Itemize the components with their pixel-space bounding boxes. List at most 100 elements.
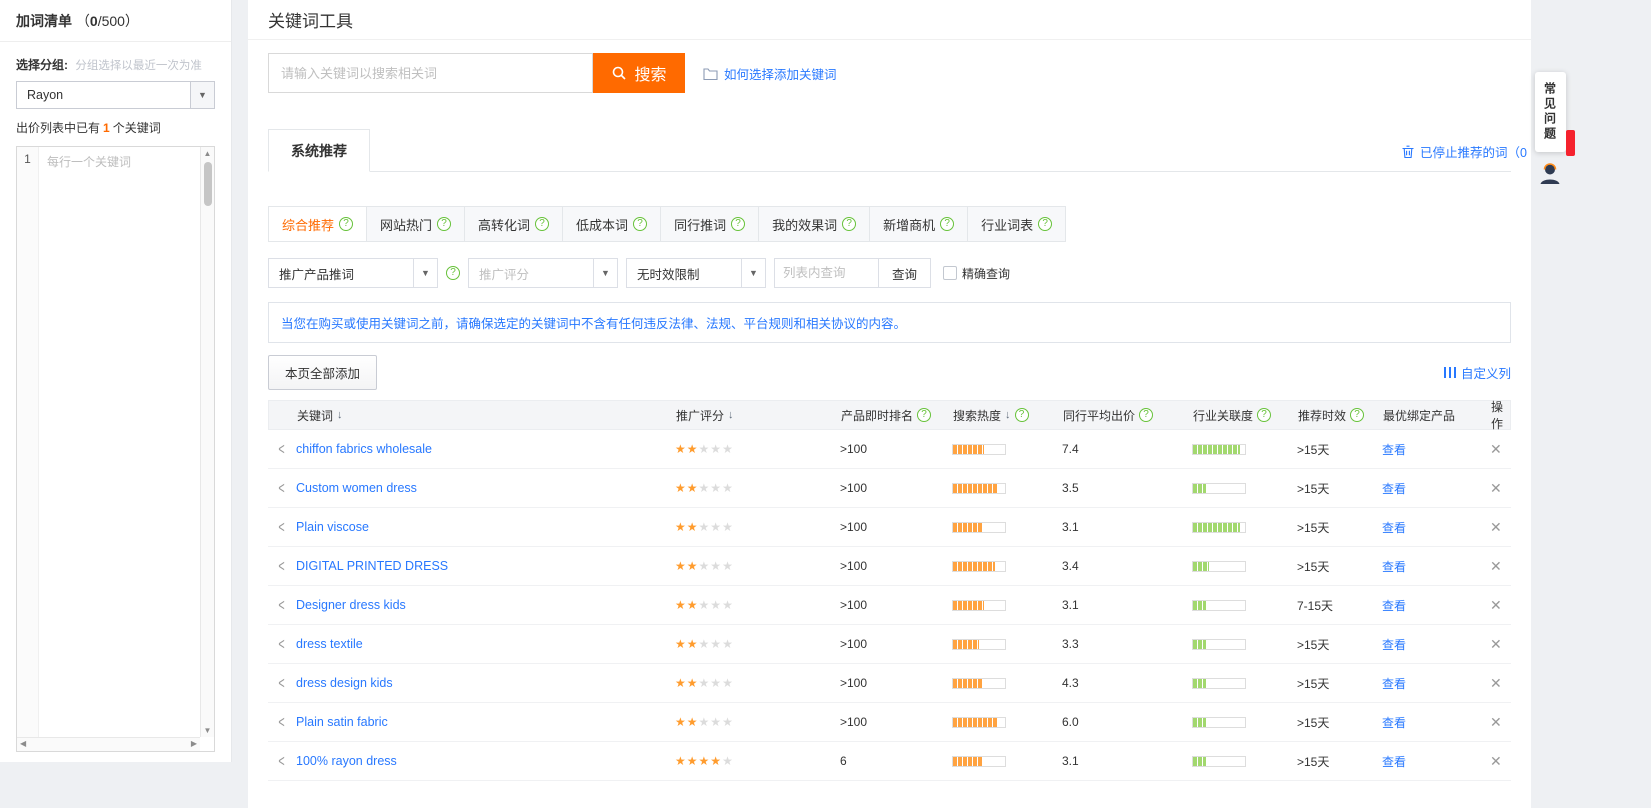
keyword-link[interactable]: 100% rayon dress <box>296 754 397 768</box>
help-icon[interactable]: ? <box>535 217 549 231</box>
star-icon: ★ <box>722 637 733 651</box>
customize-columns-link[interactable]: 自定义列 <box>1444 363 1511 382</box>
search-input[interactable] <box>268 53 593 93</box>
help-icon[interactable]: ? <box>633 217 647 231</box>
view-link[interactable]: 查看 <box>1382 597 1406 614</box>
heat-bar <box>952 639 1006 650</box>
scroll-left-icon[interactable]: ◀ <box>20 739 26 748</box>
tab-system-recommend[interactable]: 系统推荐 <box>268 129 370 172</box>
relevance-bar <box>1192 639 1246 650</box>
help-icon[interactable]: ? <box>842 217 856 231</box>
sort-icon[interactable]: ↓ <box>1005 409 1011 421</box>
sort-icon[interactable]: ↓ <box>728 409 734 421</box>
expand-chevron-icon[interactable]: < <box>278 754 284 768</box>
remove-icon[interactable]: ✕ <box>1490 480 1502 497</box>
list-query-input[interactable] <box>774 258 879 288</box>
remove-icon[interactable]: ✕ <box>1490 714 1502 731</box>
help-icon[interactable]: ? <box>731 217 745 231</box>
expand-chevron-icon[interactable]: < <box>278 637 284 651</box>
exact-query-option[interactable]: 精确查询 <box>943 265 1010 282</box>
expand-chevron-icon[interactable]: < <box>278 676 284 690</box>
keyword-link[interactable]: Plain viscose <box>296 520 369 534</box>
keyword-link[interactable]: Plain satin fabric <box>296 715 388 729</box>
product-filter-select[interactable]: 推广产品推词 ▼ <box>268 258 438 288</box>
sort-icon[interactable]: ↓ <box>337 409 343 421</box>
search-button[interactable]: 搜索 <box>593 53 685 93</box>
remove-icon[interactable]: ✕ <box>1490 519 1502 536</box>
view-link[interactable]: 查看 <box>1382 558 1406 575</box>
exact-query-checkbox[interactable] <box>943 266 957 280</box>
view-link[interactable]: 查看 <box>1382 441 1406 458</box>
remove-icon[interactable]: ✕ <box>1490 441 1502 458</box>
subtab-0[interactable]: 综合推荐? <box>268 206 367 242</box>
view-link[interactable]: 查看 <box>1382 753 1406 770</box>
stopped-words-link[interactable]: 已停止推荐的词（0 <box>1401 142 1527 161</box>
help-icon[interactable]: ? <box>446 266 460 280</box>
remove-icon[interactable]: ✕ <box>1490 753 1502 770</box>
how-to-add-keywords-link[interactable]: 如何选择添加关键词 <box>724 64 837 83</box>
scroll-right-icon[interactable]: ▶ <box>191 739 197 748</box>
remove-icon[interactable]: ✕ <box>1490 636 1502 653</box>
support-avatar[interactable] <box>1537 160 1563 189</box>
column-header-3[interactable]: 搜索热度↓? <box>941 407 1051 424</box>
expand-chevron-icon[interactable]: < <box>278 520 284 534</box>
timeliness-filter-select[interactable]: 无时效限制 ▼ <box>626 258 766 288</box>
keyword-link[interactable]: dress textile <box>296 637 363 651</box>
subtab-6[interactable]: 新增商机? <box>869 206 968 242</box>
wordlist-body: 选择分组: 分组选择以最近一次为准 Rayon ▼ 出价列表中已有1个关键词 1… <box>0 42 231 764</box>
chevron-down-icon[interactable]: ▼ <box>190 82 214 108</box>
help-icon[interactable]: ? <box>1257 408 1271 422</box>
help-icon[interactable]: ? <box>1038 217 1052 231</box>
view-link[interactable]: 查看 <box>1382 714 1406 731</box>
subtab-5[interactable]: 我的效果词? <box>758 206 870 242</box>
star-icon: ★ <box>722 676 733 690</box>
scroll-thumb[interactable] <box>204 162 212 206</box>
horizontal-scrollbar[interactable]: ◀ ▶ <box>17 737 200 751</box>
subtab-7[interactable]: 行业词表? <box>967 206 1066 242</box>
view-link[interactable]: 查看 <box>1382 675 1406 692</box>
add-all-button[interactable]: 本页全部添加 <box>268 355 377 390</box>
group-select[interactable]: Rayon ▼ <box>16 81 215 109</box>
remove-icon[interactable]: ✕ <box>1490 675 1502 692</box>
help-icon[interactable]: ? <box>940 217 954 231</box>
help-icon[interactable]: ? <box>917 408 931 422</box>
keyword-link[interactable]: Custom women dress <box>296 481 417 495</box>
keyword-link[interactable]: Designer dress kids <box>296 598 406 612</box>
help-icon[interactable]: ? <box>1139 408 1153 422</box>
expand-chevron-icon[interactable]: < <box>278 715 284 729</box>
column-header-0[interactable]: 关键词↓ <box>269 407 664 424</box>
heat-bar-fill <box>953 445 984 454</box>
scroll-up-icon[interactable]: ▲ <box>201 149 214 158</box>
subtab-2[interactable]: 高转化词? <box>464 206 563 242</box>
help-icon[interactable]: ? <box>1350 408 1364 422</box>
expand-chevron-icon[interactable]: < <box>278 442 284 456</box>
view-link[interactable]: 查看 <box>1382 480 1406 497</box>
wordlist-sidebar: 加词清单 （0/500） 选择分组: 分组选择以最近一次为准 Rayon ▼ 出… <box>0 0 232 762</box>
subtab-1[interactable]: 网站热门? <box>366 206 465 242</box>
vertical-scrollbar[interactable]: ▲ ▼ <box>200 147 214 737</box>
faq-button[interactable]: 常见问题 <box>1535 72 1566 152</box>
expand-chevron-icon[interactable]: < <box>278 559 284 573</box>
expand-chevron-icon[interactable]: < <box>278 598 284 612</box>
expand-chevron-icon[interactable]: < <box>278 481 284 495</box>
column-header-5: 行业关联度? <box>1181 407 1286 424</box>
remove-icon[interactable]: ✕ <box>1490 558 1502 575</box>
keyword-link[interactable]: dress design kids <box>296 676 393 690</box>
scroll-down-icon[interactable]: ▼ <box>201 726 214 735</box>
help-icon[interactable]: ? <box>339 217 353 231</box>
keyword-link[interactable]: DIGITAL PRINTED DRESS <box>296 559 448 573</box>
help-icon[interactable]: ? <box>1015 408 1029 422</box>
customer-service-icon <box>1537 160 1563 186</box>
help-icon[interactable]: ? <box>437 217 451 231</box>
keyword-textarea[interactable]: 1 每行一个关键词 ▲ ▼ ◀ ▶ <box>16 146 215 752</box>
score-filter-select[interactable]: 推广评分 ▼ <box>468 258 618 288</box>
view-link[interactable]: 查看 <box>1382 636 1406 653</box>
keyword-link[interactable]: chiffon fabrics wholesale <box>296 442 432 456</box>
subtab-3[interactable]: 低成本词? <box>562 206 661 242</box>
view-link[interactable]: 查看 <box>1382 519 1406 536</box>
query-button[interactable]: 查询 <box>878 258 931 288</box>
subtab-4[interactable]: 同行推词? <box>660 206 759 242</box>
remove-icon[interactable]: ✕ <box>1490 597 1502 614</box>
column-header-1[interactable]: 推广评分↓ <box>664 407 829 424</box>
heat-bar <box>952 522 1006 533</box>
